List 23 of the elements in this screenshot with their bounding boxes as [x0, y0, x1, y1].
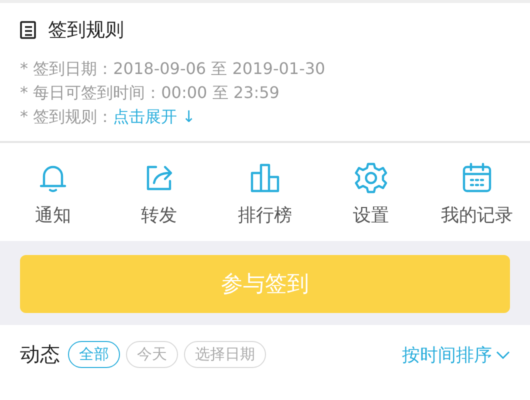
filter-chip[interactable]: 选择日期 — [184, 341, 266, 368]
rule-value: 2018-09-06 至 2019-01-30 — [113, 58, 326, 80]
sort-dropdown[interactable]: 按时间排序 — [402, 342, 510, 366]
rule-label: * 签到日期： — [20, 58, 114, 80]
rule-value: 00:00 至 23:59 — [161, 82, 280, 104]
filter-chip[interactable]: 今天 — [126, 341, 178, 368]
action-button[interactable]: 设置 — [321, 161, 421, 227]
feed-title: 动态 — [20, 341, 60, 368]
action-button[interactable]: 排行榜 — [215, 161, 315, 227]
expand-link[interactable]: 点击展开 ↓ — [113, 105, 196, 129]
rule-label: * 签到规则： — [20, 106, 114, 128]
filter-chip[interactable]: 全部 — [68, 341, 120, 368]
action-button[interactable]: 我的记录 — [427, 161, 527, 227]
podium-icon — [248, 161, 282, 195]
section-title: 签到规则 — [48, 18, 124, 43]
calendar-icon — [460, 161, 494, 195]
action-button[interactable]: 转发 — [109, 161, 209, 227]
document-icon — [20, 21, 36, 39]
join-button[interactable]: 参与签到 — [20, 255, 510, 313]
chevron-down-icon — [496, 350, 510, 358]
rule-label: * 每日可签到时间： — [20, 82, 162, 104]
action-button[interactable]: 通知 — [3, 161, 103, 227]
settings-icon — [354, 161, 388, 195]
